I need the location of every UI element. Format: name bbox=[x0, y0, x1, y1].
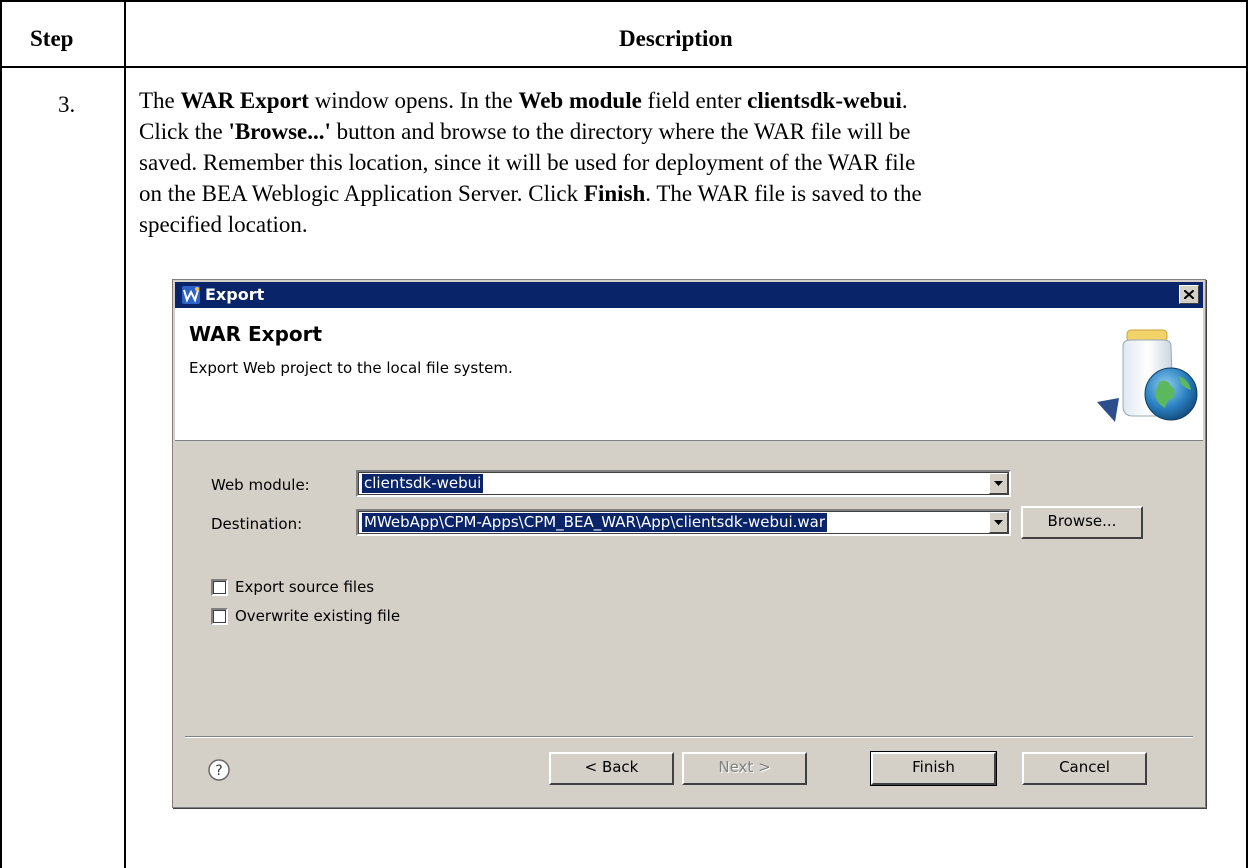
description-bold-text: Web module bbox=[518, 88, 642, 113]
description-bold-text: WAR Export bbox=[180, 88, 309, 113]
web-module-value: clientsdk-webui bbox=[362, 474, 484, 493]
web-module-combo[interactable]: clientsdk-webui bbox=[356, 470, 1011, 497]
jar-globe-icon bbox=[1097, 329, 1198, 422]
table-border-top bbox=[0, 0, 1248, 2]
description-text: window opens. In the bbox=[308, 88, 519, 113]
description-text: . bbox=[901, 88, 908, 113]
destination-label: Destination: bbox=[211, 515, 303, 533]
web-module-dropdown-button[interactable] bbox=[989, 473, 1008, 494]
wizard-banner: WAR Export Export Web project to the loc… bbox=[175, 308, 1203, 441]
step-description: The WAR Export window opens. In the Web … bbox=[139, 85, 1244, 240]
export-source-label: Export source files bbox=[235, 578, 375, 596]
banner-title: WAR Export bbox=[189, 322, 323, 346]
combo-arrow-icon bbox=[994, 520, 1003, 525]
help-icon[interactable]: ? bbox=[207, 758, 231, 782]
back-button[interactable]: < Back bbox=[549, 752, 674, 785]
app-icon bbox=[182, 286, 200, 304]
header-step: Step bbox=[30, 26, 74, 51]
step-number: 3. bbox=[58, 92, 76, 117]
description-bold-text: clientsdk-webui bbox=[747, 88, 902, 113]
overwrite-checkbox[interactable] bbox=[211, 608, 228, 625]
description-text: on the BEA Weblogic Application Server. … bbox=[139, 181, 584, 206]
dialog-titlebar[interactable]: Export bbox=[175, 282, 1203, 308]
description-text: Click the bbox=[139, 119, 229, 144]
window-title: Export bbox=[205, 285, 265, 304]
close-icon bbox=[1184, 290, 1194, 299]
table-header-divider bbox=[0, 66, 1248, 68]
banner-subtitle: Export Web project to the local file sys… bbox=[189, 359, 513, 377]
description-text: . The WAR file is saved to the bbox=[645, 181, 922, 206]
description-line: saved. Remember this location, since it … bbox=[139, 147, 1244, 178]
browse-button[interactable]: Browse... bbox=[1021, 506, 1143, 539]
close-button[interactable] bbox=[1179, 285, 1199, 304]
destination-value: MWebApp\CPM-Apps\CPM_BEA_WAR\App\clients… bbox=[362, 513, 828, 532]
next-button[interactable]: Next > bbox=[682, 752, 807, 785]
footer-separator bbox=[185, 736, 1193, 738]
finish-button[interactable]: Finish bbox=[870, 751, 997, 786]
combo-arrow-icon bbox=[994, 481, 1003, 486]
web-module-label: Web module: bbox=[211, 476, 310, 494]
description-text: button and browse to the directory where… bbox=[330, 119, 911, 144]
description-line: on the BEA Weblogic Application Server. … bbox=[139, 178, 1244, 209]
table-column-divider bbox=[124, 0, 126, 868]
description-bold-text: 'Browse...' bbox=[228, 119, 331, 144]
table-border-left bbox=[0, 0, 2, 868]
header-description: Description bbox=[619, 26, 733, 51]
description-text: specified location. bbox=[139, 212, 308, 237]
export-source-checkbox[interactable] bbox=[211, 579, 228, 596]
description-text: The bbox=[139, 88, 181, 113]
cancel-button[interactable]: Cancel bbox=[1022, 752, 1147, 785]
description-line: Click the 'Browse...' button and browse … bbox=[139, 116, 1244, 147]
description-bold-text: Finish bbox=[583, 181, 646, 206]
description-text: saved. Remember this location, since it … bbox=[139, 150, 916, 175]
svg-text:?: ? bbox=[215, 763, 222, 779]
overwrite-label: Overwrite existing file bbox=[235, 607, 401, 625]
description-line: specified location. bbox=[139, 209, 1244, 240]
document-table: Step Description 3. The WAR Export windo… bbox=[0, 0, 1248, 868]
export-dialog: Export WAR Export Export Web project to … bbox=[172, 279, 1206, 808]
description-line: The WAR Export window opens. In the Web … bbox=[139, 85, 1244, 116]
destination-dropdown-button[interactable] bbox=[989, 512, 1008, 533]
description-text: field enter bbox=[641, 88, 748, 113]
destination-combo[interactable]: MWebApp\CPM-Apps\CPM_BEA_WAR\App\clients… bbox=[356, 509, 1011, 536]
